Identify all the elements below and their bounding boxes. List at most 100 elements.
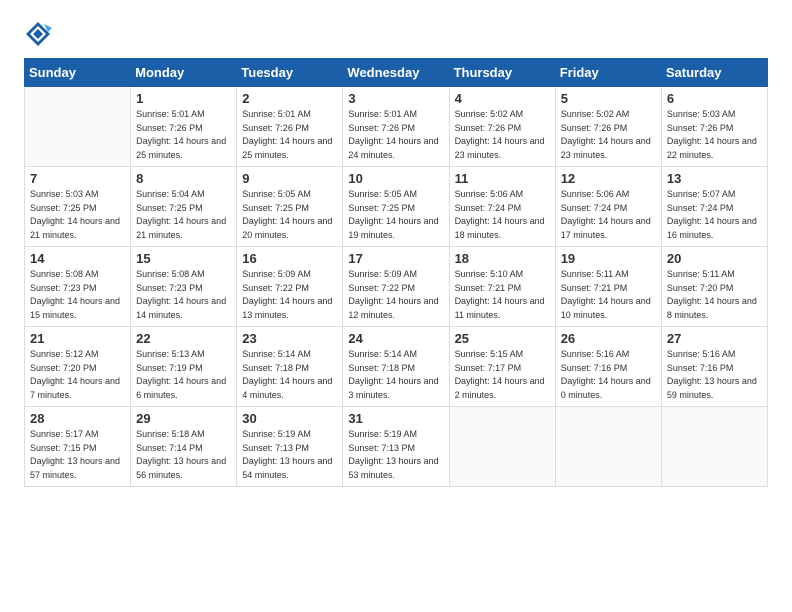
day-number: 8 xyxy=(136,171,231,186)
day-number: 16 xyxy=(242,251,337,266)
day-number: 12 xyxy=(561,171,656,186)
calendar-cell xyxy=(25,87,131,167)
calendar-cell: 15 Sunrise: 5:08 AMSunset: 7:23 PMDayligh… xyxy=(131,247,237,327)
day-info: Sunrise: 5:13 AMSunset: 7:19 PMDaylight:… xyxy=(136,348,231,402)
day-number: 18 xyxy=(455,251,550,266)
day-info: Sunrise: 5:17 AMSunset: 7:15 PMDaylight:… xyxy=(30,428,125,482)
calendar-cell: 6 Sunrise: 5:03 AMSunset: 7:26 PMDaylight… xyxy=(661,87,767,167)
day-number: 15 xyxy=(136,251,231,266)
calendar-cell: 20Sunrise: 5:11 AMSunset: 7:20 PMDayligh… xyxy=(661,247,767,327)
day-info: Sunrise: 5:06 AMSunset: 7:24 PMDaylight:… xyxy=(455,188,550,242)
day-number: 6 xyxy=(667,91,762,106)
day-number: 3 xyxy=(348,91,443,106)
day-number: 27 xyxy=(667,331,762,346)
day-header-monday: Monday xyxy=(131,59,237,87)
calendar-cell: 9 Sunrise: 5:05 AMSunset: 7:25 PMDaylight… xyxy=(237,167,343,247)
day-number: 4 xyxy=(455,91,550,106)
day-number: 30 xyxy=(242,411,337,426)
day-info: Sunrise: 5:14 AMSunset: 7:18 PMDaylight:… xyxy=(242,348,337,402)
day-number: 14 xyxy=(30,251,125,266)
day-info: Sunrise: 5:03 AMSunset: 7:26 PMDaylight:… xyxy=(667,108,762,162)
calendar-cell xyxy=(449,407,555,487)
calendar-cell: 22 Sunrise: 5:13 AMSunset: 7:19 PMDayligh… xyxy=(131,327,237,407)
calendar-header-row: SundayMondayTuesdayWednesdayThursdayFrid… xyxy=(25,59,768,87)
day-info: Sunrise: 5:12 AMSunset: 7:20 PMDaylight:… xyxy=(30,348,125,402)
day-info: Sunrise: 5:01 AMSunset: 7:26 PMDaylight:… xyxy=(242,108,337,162)
day-header-tuesday: Tuesday xyxy=(237,59,343,87)
calendar-cell: 5Sunrise: 5:02 AMSunset: 7:26 PMDaylight… xyxy=(555,87,661,167)
day-number: 17 xyxy=(348,251,443,266)
calendar-cell: 23 Sunrise: 5:14 AMSunset: 7:18 PMDayligh… xyxy=(237,327,343,407)
day-info: Sunrise: 5:09 AMSunset: 7:22 PMDaylight:… xyxy=(242,268,337,322)
calendar-cell: 7Sunrise: 5:03 AMSunset: 7:25 PMDaylight… xyxy=(25,167,131,247)
day-number: 25 xyxy=(455,331,550,346)
day-info: Sunrise: 5:07 AMSunset: 7:24 PMDaylight:… xyxy=(667,188,762,242)
day-info: Sunrise: 5:02 AMSunset: 7:26 PMDaylight:… xyxy=(455,108,550,162)
day-info: Sunrise: 5:01 AMSunset: 7:26 PMDaylight:… xyxy=(136,108,231,162)
day-info: Sunrise: 5:10 AMSunset: 7:21 PMDaylight:… xyxy=(455,268,550,322)
day-number: 9 xyxy=(242,171,337,186)
day-info: Sunrise: 5:01 AMSunset: 7:26 PMDaylight:… xyxy=(348,108,443,162)
calendar-row-0: 1 Sunrise: 5:01 AMSunset: 7:26 PMDaylight… xyxy=(25,87,768,167)
calendar-cell: 4 Sunrise: 5:02 AMSunset: 7:26 PMDaylight… xyxy=(449,87,555,167)
calendar-cell: 2 Sunrise: 5:01 AMSunset: 7:26 PMDaylight… xyxy=(237,87,343,167)
day-number: 19 xyxy=(561,251,656,266)
day-info: Sunrise: 5:06 AMSunset: 7:24 PMDaylight:… xyxy=(561,188,656,242)
calendar-cell: 12 Sunrise: 5:06 AMSunset: 7:24 PMDayligh… xyxy=(555,167,661,247)
day-info: Sunrise: 5:05 AMSunset: 7:25 PMDaylight:… xyxy=(242,188,337,242)
calendar-cell: 10Sunrise: 5:05 AMSunset: 7:25 PMDayligh… xyxy=(343,167,449,247)
calendar-cell xyxy=(661,407,767,487)
day-header-thursday: Thursday xyxy=(449,59,555,87)
page: SundayMondayTuesdayWednesdayThursdayFrid… xyxy=(0,0,792,503)
day-number: 5 xyxy=(561,91,656,106)
day-info: Sunrise: 5:18 AMSunset: 7:14 PMDaylight:… xyxy=(136,428,231,482)
calendar-cell: 19 Sunrise: 5:11 AMSunset: 7:21 PMDayligh… xyxy=(555,247,661,327)
calendar-cell: 24Sunrise: 5:14 AMSunset: 7:18 PMDayligh… xyxy=(343,327,449,407)
day-number: 29 xyxy=(136,411,231,426)
day-info: Sunrise: 5:16 AMSunset: 7:16 PMDaylight:… xyxy=(561,348,656,402)
calendar-table: SundayMondayTuesdayWednesdayThursdayFrid… xyxy=(24,58,768,487)
day-info: Sunrise: 5:05 AMSunset: 7:25 PMDaylight:… xyxy=(348,188,443,242)
calendar-cell: 27 Sunrise: 5:16 AMSunset: 7:16 PMDayligh… xyxy=(661,327,767,407)
day-info: Sunrise: 5:19 AMSunset: 7:13 PMDaylight:… xyxy=(348,428,443,482)
day-info: Sunrise: 5:16 AMSunset: 7:16 PMDaylight:… xyxy=(667,348,762,402)
calendar-cell: 17Sunrise: 5:09 AMSunset: 7:22 PMDayligh… xyxy=(343,247,449,327)
calendar-cell: 1 Sunrise: 5:01 AMSunset: 7:26 PMDaylight… xyxy=(131,87,237,167)
calendar-cell: 13 Sunrise: 5:07 AMSunset: 7:24 PMDayligh… xyxy=(661,167,767,247)
day-number: 2 xyxy=(242,91,337,106)
logo-icon xyxy=(24,20,52,48)
calendar-cell: 25 Sunrise: 5:15 AMSunset: 7:17 PMDayligh… xyxy=(449,327,555,407)
day-number: 13 xyxy=(667,171,762,186)
day-number: 21 xyxy=(30,331,125,346)
calendar-cell: 29 Sunrise: 5:18 AMSunset: 7:14 PMDayligh… xyxy=(131,407,237,487)
day-number: 31 xyxy=(348,411,443,426)
calendar-row-1: 7Sunrise: 5:03 AMSunset: 7:25 PMDaylight… xyxy=(25,167,768,247)
day-number: 7 xyxy=(30,171,125,186)
header xyxy=(24,20,768,48)
day-number: 23 xyxy=(242,331,337,346)
day-info: Sunrise: 5:11 AMSunset: 7:20 PMDaylight:… xyxy=(667,268,762,322)
calendar-cell: 8Sunrise: 5:04 AMSunset: 7:25 PMDaylight… xyxy=(131,167,237,247)
day-info: Sunrise: 5:15 AMSunset: 7:17 PMDaylight:… xyxy=(455,348,550,402)
calendar-cell: 28 Sunrise: 5:17 AMSunset: 7:15 PMDayligh… xyxy=(25,407,131,487)
day-header-wednesday: Wednesday xyxy=(343,59,449,87)
calendar-cell: 11Sunrise: 5:06 AMSunset: 7:24 PMDayligh… xyxy=(449,167,555,247)
day-number: 22 xyxy=(136,331,231,346)
calendar-cell: 3 Sunrise: 5:01 AMSunset: 7:26 PMDaylight… xyxy=(343,87,449,167)
day-info: Sunrise: 5:08 AMSunset: 7:23 PMDaylight:… xyxy=(30,268,125,322)
day-header-sunday: Sunday xyxy=(25,59,131,87)
day-header-saturday: Saturday xyxy=(661,59,767,87)
day-header-friday: Friday xyxy=(555,59,661,87)
calendar-cell: 21 Sunrise: 5:12 AMSunset: 7:20 PMDayligh… xyxy=(25,327,131,407)
day-info: Sunrise: 5:08 AMSunset: 7:23 PMDaylight:… xyxy=(136,268,231,322)
calendar-cell xyxy=(555,407,661,487)
logo xyxy=(24,20,56,48)
calendar-cell: 18 Sunrise: 5:10 AMSunset: 7:21 PMDayligh… xyxy=(449,247,555,327)
calendar-row-3: 21 Sunrise: 5:12 AMSunset: 7:20 PMDayligh… xyxy=(25,327,768,407)
calendar-row-2: 14 Sunrise: 5:08 AMSunset: 7:23 PMDayligh… xyxy=(25,247,768,327)
day-number: 1 xyxy=(136,91,231,106)
calendar-cell: 14 Sunrise: 5:08 AMSunset: 7:23 PMDayligh… xyxy=(25,247,131,327)
day-number: 28 xyxy=(30,411,125,426)
day-info: Sunrise: 5:11 AMSunset: 7:21 PMDaylight:… xyxy=(561,268,656,322)
calendar-cell: 26Sunrise: 5:16 AMSunset: 7:16 PMDayligh… xyxy=(555,327,661,407)
